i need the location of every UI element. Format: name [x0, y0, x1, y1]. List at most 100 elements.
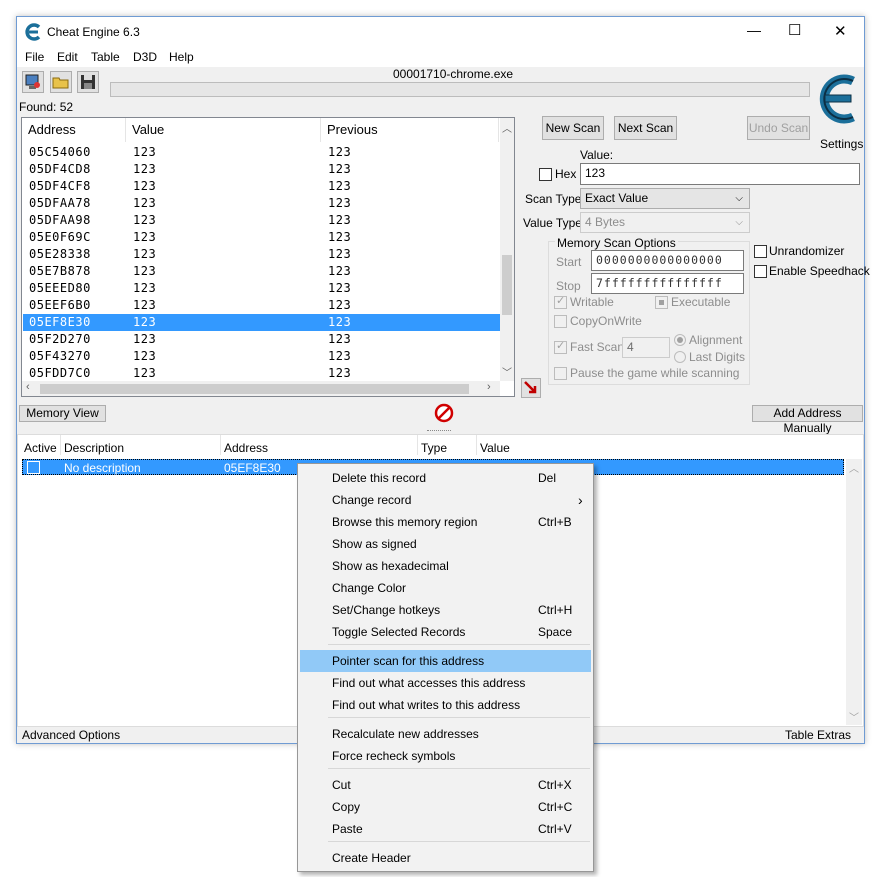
- table-row[interactable]: 05DF4CD8 123 123: [23, 161, 500, 178]
- menu-d3d[interactable]: D3D: [133, 50, 157, 64]
- active-checkbox[interactable]: [27, 461, 40, 474]
- table-extras-link[interactable]: Table Extras: [785, 728, 851, 742]
- results-horizontal-scrollbar[interactable]: ‹ ›: [22, 381, 500, 396]
- writable-checkbox[interactable]: [554, 294, 567, 309]
- last-digits-radio[interactable]: [674, 351, 686, 363]
- table-row[interactable]: 05F43270 123 123: [23, 348, 500, 365]
- table-row[interactable]: 05C54060 123 123: [23, 144, 500, 161]
- pause-game-checkbox[interactable]: [554, 367, 567, 380]
- settings-link[interactable]: Settings: [820, 137, 863, 151]
- menu-item-pointer-scan-for-this-address[interactable]: Pointer scan for this address: [300, 650, 591, 672]
- menu-item-show-as-signed[interactable]: Show as signed: [300, 533, 591, 555]
- fast-scan-checkbox[interactable]: [554, 339, 567, 354]
- stop-sign-icon[interactable]: [434, 403, 454, 423]
- cell-previous: 123: [328, 196, 352, 210]
- advanced-options-link[interactable]: Advanced Options: [22, 728, 120, 742]
- scan-type-select[interactable]: Exact Value ⌵: [580, 188, 750, 209]
- scroll-down-icon[interactable]: ﹀: [502, 364, 512, 379]
- table-row[interactable]: 05E0F69C 123 123: [23, 229, 500, 246]
- start-address-input[interactable]: 0000000000000000: [591, 250, 744, 271]
- column-value[interactable]: Value: [480, 441, 510, 455]
- column-active[interactable]: Active: [24, 441, 57, 455]
- scroll-up-icon[interactable]: ︿: [502, 120, 512, 135]
- open-file-button[interactable]: [50, 71, 72, 93]
- memory-view-button[interactable]: Memory View: [19, 405, 106, 422]
- menu-edit[interactable]: Edit: [57, 50, 78, 64]
- menu-item-label: Cut: [332, 778, 351, 792]
- menu-item-find-out-what-accesses-this-address[interactable]: Find out what accesses this address: [300, 672, 591, 694]
- menu-item-show-as-hexadecimal[interactable]: Show as hexadecimal: [300, 555, 591, 577]
- menu-item-change-color[interactable]: Change Color: [300, 577, 591, 599]
- menu-file[interactable]: File: [25, 50, 44, 64]
- chevron-down-icon: ⌵: [735, 217, 743, 228]
- cell-value: 123: [133, 298, 157, 312]
- table-row[interactable]: 05DF4CF8 123 123: [23, 178, 500, 195]
- record-description: No description: [64, 461, 141, 475]
- menu-item-find-out-what-writes-to-this-address[interactable]: Find out what writes to this address: [300, 694, 591, 716]
- menu-item-cut[interactable]: Cut Ctrl+X: [300, 774, 591, 796]
- menu-item-set-change-hotkeys[interactable]: Set/Change hotkeys Ctrl+H: [300, 599, 591, 621]
- new-scan-button[interactable]: New Scan: [542, 116, 604, 140]
- add-address-manually-button[interactable]: Add Address Manually: [752, 405, 863, 435]
- minimize-icon[interactable]: —: [747, 22, 761, 38]
- menu-item-paste[interactable]: Paste Ctrl+V: [300, 818, 591, 840]
- table-row[interactable]: 05DFAA98 123 123: [23, 212, 500, 229]
- column-value[interactable]: Value: [126, 118, 321, 142]
- results-vertical-scrollbar[interactable]: ︿ ﹀: [500, 118, 514, 381]
- scan-results-list[interactable]: Address Value Previous 05C54060 123 123 05D…: [21, 117, 515, 397]
- menu-item-recalculate-new-addresses[interactable]: Recalculate new addresses: [300, 723, 591, 745]
- splitter-handle[interactable]: [427, 430, 451, 432]
- next-scan-button[interactable]: Next Scan: [614, 116, 677, 140]
- table-row[interactable]: 05EF8E30 123 123: [23, 314, 500, 331]
- menu-item-label: Show as hexadecimal: [332, 559, 449, 573]
- scroll-left-icon[interactable]: ‹: [26, 381, 30, 393]
- stop-address-input[interactable]: 7fffffffffffffff: [591, 273, 744, 294]
- cell-previous: 123: [328, 315, 352, 329]
- table-row[interactable]: 05EEED80 123 123: [23, 280, 500, 297]
- add-selected-to-list-button[interactable]: [521, 378, 541, 398]
- scroll-up-icon[interactable]: ︿: [849, 460, 859, 475]
- scroll-down-icon[interactable]: ﹀: [849, 709, 859, 724]
- column-type[interactable]: Type: [421, 441, 447, 455]
- menu-item-change-record[interactable]: Change record ›: [300, 489, 591, 511]
- cell-value: 123: [133, 179, 157, 193]
- save-file-button[interactable]: [77, 71, 99, 93]
- undo-scan-button[interactable]: Undo Scan: [747, 116, 810, 140]
- table-row[interactable]: 05F2D270 123 123: [23, 331, 500, 348]
- title-bar[interactable]: Cheat Engine 6.3 — ☐ ✕: [17, 17, 864, 47]
- column-previous[interactable]: Previous: [321, 118, 499, 142]
- menu-table[interactable]: Table: [91, 50, 120, 64]
- close-icon[interactable]: ✕: [834, 22, 847, 40]
- select-process-button[interactable]: [22, 71, 44, 93]
- menu-item-toggle-selected-records[interactable]: Toggle Selected Records Space: [300, 621, 591, 643]
- column-description[interactable]: Description: [64, 441, 124, 455]
- unrandomizer-checkbox[interactable]: [754, 245, 767, 258]
- executable-checkbox[interactable]: [655, 296, 668, 309]
- table-row[interactable]: 05DFAA78 123 123: [23, 195, 500, 212]
- cheat-engine-big-logo-icon[interactable]: [813, 67, 865, 133]
- menu-help[interactable]: Help: [169, 50, 194, 64]
- table-row[interactable]: 05EEF6B0 123 123: [23, 297, 500, 314]
- table-row[interactable]: 05FDD7C0 123 123: [23, 365, 500, 382]
- copyonwrite-checkbox[interactable]: [554, 315, 567, 328]
- table-row[interactable]: 05E28338 123 123: [23, 246, 500, 263]
- enable-speedhack-checkbox[interactable]: [754, 265, 767, 278]
- hscroll-thumb[interactable]: [40, 384, 469, 394]
- table-row[interactable]: 05E7B878 123 123: [23, 263, 500, 280]
- menu-item-browse-this-memory-region[interactable]: Browse this memory region Ctrl+B: [300, 511, 591, 533]
- scroll-thumb[interactable]: [502, 255, 512, 315]
- column-address[interactable]: Address: [22, 118, 126, 142]
- menu-item-create-header[interactable]: Create Header: [300, 847, 591, 869]
- value-type-select[interactable]: 4 Bytes ⌵: [580, 212, 750, 233]
- maximize-icon[interactable]: ☐: [788, 21, 801, 39]
- menu-item-delete-this-record[interactable]: Delete this record Del: [300, 467, 591, 489]
- address-list-scrollbar[interactable]: ︿ ﹀: [846, 459, 862, 725]
- hex-checkbox[interactable]: [539, 168, 552, 181]
- alignment-radio[interactable]: [674, 334, 686, 346]
- column-address[interactable]: Address: [224, 441, 268, 455]
- scroll-right-icon[interactable]: ›: [487, 381, 491, 393]
- fast-scan-input[interactable]: 4: [622, 337, 670, 358]
- menu-item-copy[interactable]: Copy Ctrl+C: [300, 796, 591, 818]
- menu-item-force-recheck-symbols[interactable]: Force recheck symbols: [300, 745, 591, 767]
- value-input[interactable]: 123: [580, 163, 860, 185]
